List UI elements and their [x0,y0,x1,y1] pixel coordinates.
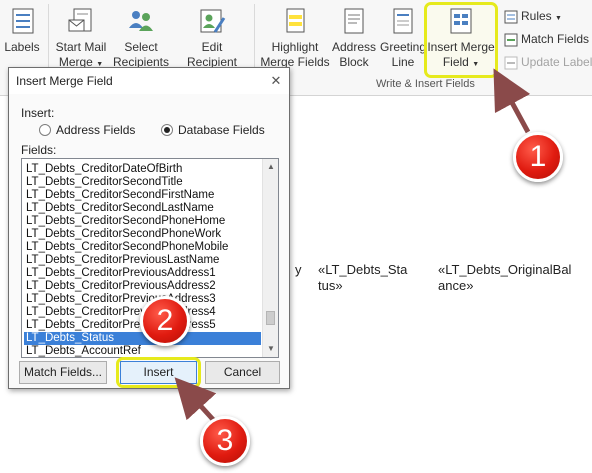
list-item[interactable]: LT_Debts_CreditorSecondPhoneWork [24,228,261,241]
merge-field-status: «LT_Debts_Sta tus» [318,262,407,294]
cancel-button-label: Cancel [223,365,262,379]
rules-icon [504,10,518,24]
list-item[interactable]: LT_Debts_CreditorDateOfBirth [24,163,261,176]
labels-icon [12,8,34,34]
insert-merge-field-label-2: Field [442,55,469,69]
list-item-selected[interactable]: LT_Debts_Status [24,332,261,345]
rules-label: Rules [521,9,552,23]
insert-merge-field-button[interactable]: Insert Merge Field ▼ [426,6,496,72]
list-item[interactable]: LT_Debts_CreditorPreviousLastName [24,254,261,267]
chevron-down-icon: ▼ [472,61,480,68]
list-item[interactable]: LT_Debts_CreditorSecondTitle [24,176,261,189]
greeting-line-icon [393,8,413,34]
update-labels-label: Update Labels [521,55,592,69]
insert-merge-field-icon [450,8,472,34]
list-item[interactable]: LT_Debts_CreditorSecondFirstName [24,189,261,202]
fields-scrollbar[interactable]: ▲ ▼ [262,159,278,357]
match-fields-button-label: Match Fields... [23,365,103,379]
list-item[interactable]: LT_Debts_CreditorSecondPhoneMobile [24,241,261,254]
list-item[interactable]: LT_Debts_CreditorSecondPhoneHome [24,215,261,228]
radio-off-icon [39,124,51,136]
start-mail-merge-button[interactable]: Start Mail Merge ▼ [50,6,112,72]
close-icon[interactable]: ✕ [269,74,283,88]
update-labels-button[interactable]: Update Labels [504,55,592,70]
merge-field-status-line-2: tus» [318,278,343,293]
address-block-button[interactable]: Address Block [330,6,378,70]
address-fields-radio[interactable]: Address Fields [39,123,135,137]
highlight-icon [286,8,305,33]
callout-badge-3: 3 [200,416,250,466]
start-mail-merge-label-1: Start Mail [55,40,107,54]
greeting-line-label-1: Greeting [379,40,427,54]
fields-label: Fields: [21,143,57,157]
edit-recipient-list-label-1: Edit [201,40,223,54]
database-fields-radio[interactable]: Database Fields [161,123,265,137]
scroll-up-icon[interactable]: ▲ [263,159,278,175]
list-item[interactable]: LT_Debts_CreditorSecondLastName [24,202,261,215]
insert-merge-field-label-1: Insert Merge [427,40,495,54]
merge-field-balance-line-2: ance» [438,278,474,293]
address-block-label-1: Address [331,40,377,54]
match-fields-icon [504,33,518,47]
address-block-icon [344,8,364,34]
list-item[interactable]: LT_Debts_CreditorPreviousAddress3 [24,293,261,306]
list-item[interactable]: LT_Debts_CreditorPreviousAddress2 [24,280,261,293]
labels-label: Labels [4,40,40,54]
callout-badge-2: 2 [140,296,190,346]
edit-list-icon [200,9,226,33]
match-fields-ribbon-label: Match Fields [521,32,590,46]
greeting-line-button[interactable]: Greeting Line [378,6,428,70]
dialog-title-bar: Insert Merge Field [9,68,289,94]
chevron-down-icon: ▼ [555,15,562,22]
highlight-merge-fields-label-1: Highlight [271,40,319,54]
merge-field-balance: «LT_Debts_OriginalBal ance» [438,262,571,294]
radio-on-icon [161,124,173,136]
insert-button-highlight [116,357,201,388]
scroll-down-icon[interactable]: ▼ [263,341,278,357]
list-item[interactable]: LT_Debts_CreditorPreviousAddress1 [24,267,261,280]
labels-button[interactable]: Labels [0,6,44,55]
greeting-line-label-2: Line [391,55,415,69]
callout-badge-1: 1 [513,132,563,182]
dialog-title: Insert Merge Field [16,74,113,88]
insert-label: Insert: [21,106,55,120]
recipients-icon [129,11,153,31]
merge-field-balance-line-1: «LT_Debts_OriginalBal [438,262,572,277]
match-fields-button[interactable]: Match Fields... [19,361,107,384]
merge-field-status-line-1: «LT_Debts_Sta [318,262,408,277]
cancel-button[interactable]: Cancel [205,361,280,384]
select-recipients-button[interactable]: Select Recipients [108,6,174,70]
match-fields-ribbon-button[interactable]: Match Fields [504,32,589,47]
scroll-thumb[interactable] [266,311,275,325]
document-partial-text: y [295,262,302,277]
group-label-write-insert: Write & Insert Fields [376,78,475,90]
rules-button[interactable]: Rules ▼ [504,9,562,26]
address-block-label-2: Block [339,55,369,69]
start-mail-merge-icon [68,8,92,32]
select-recipients-label-1: Select [124,40,158,54]
highlight-merge-fields-button[interactable]: Highlight Merge Fields [258,6,332,70]
address-fields-label: Address Fields [56,123,136,137]
update-labels-icon [504,56,518,70]
database-fields-label: Database Fields [178,123,265,137]
